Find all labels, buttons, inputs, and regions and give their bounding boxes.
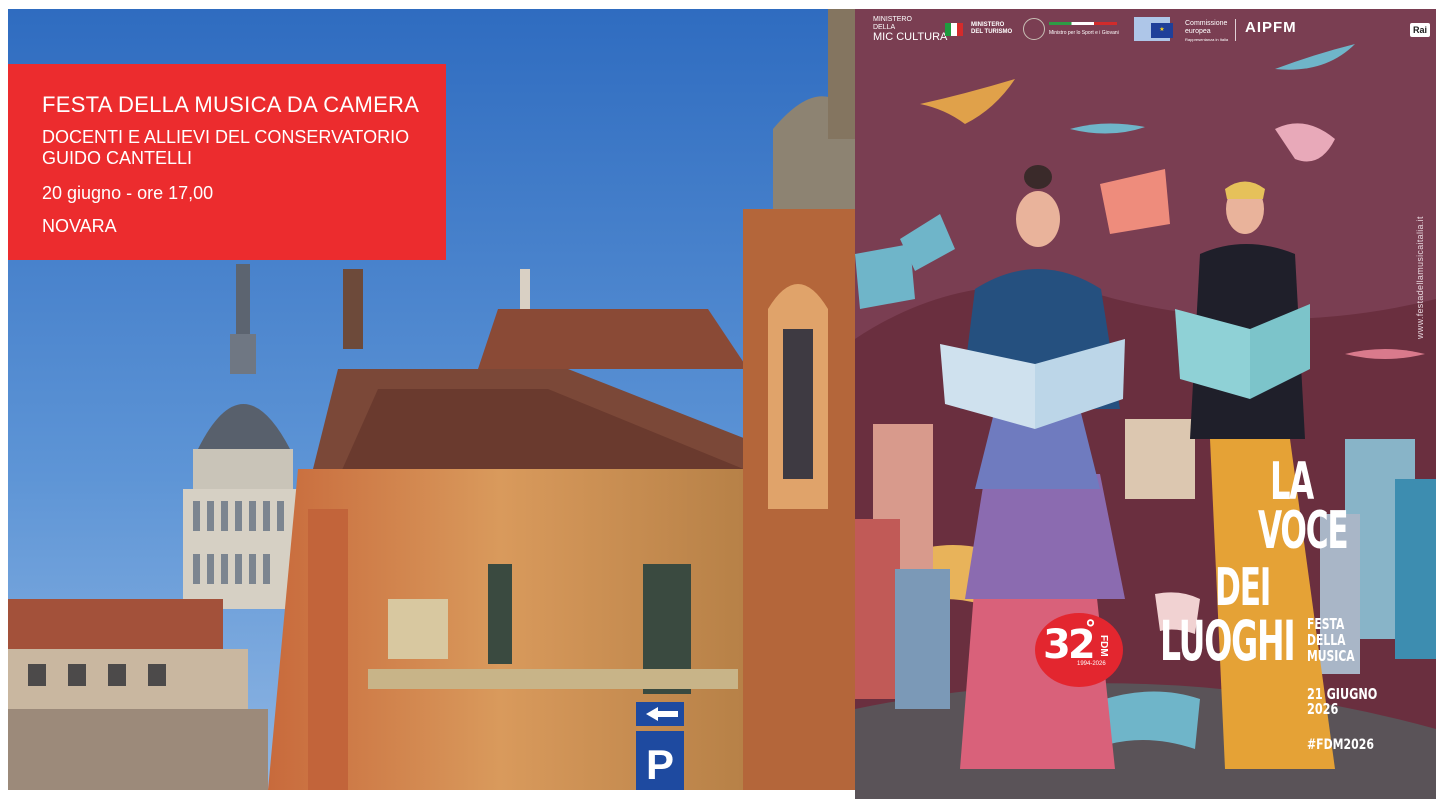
event-city: NOVARA <box>42 216 117 236</box>
republic-emblem-icon <box>1023 18 1045 40</box>
event-performers-line1: DOCENTI E ALLIEVI DEL CONSERVATORIO <box>42 127 410 147</box>
logo-rai: Rai <box>1410 23 1430 37</box>
logo-commissione-europea: Commissione europea Rappresentanza in It… <box>1185 20 1229 42</box>
poster-hashtag: #FDM2026 <box>1307 737 1374 753</box>
logo-divider <box>1235 19 1236 41</box>
poster-illustration <box>855 9 1436 799</box>
poster-title-line4: LUOGHI <box>1160 609 1296 673</box>
svg-text:P: P <box>646 741 674 788</box>
logo-ministero-cultura: MINISTERO DELLA MIC CULTURA <box>873 16 948 43</box>
logo-ministro-sport: Ministro per lo Sport e i Giovani <box>1049 30 1119 36</box>
event-date-time: 20 giugno - ore 17,00 <box>42 183 214 203</box>
poster-date: 21 GIUGNO 2026 <box>1307 685 1378 718</box>
eu-flag-icon: ★ <box>1151 23 1173 38</box>
sponsor-logos-bar: MINISTERO DELLA MIC CULTURA MINISTERO DE… <box>855 9 1436 49</box>
fdm-edition-badge: 32 ° FDM 1994-2026 <box>1035 613 1123 687</box>
italian-flag-icon <box>945 23 963 36</box>
poster-subtitle: FESTA DELLA MUSICA <box>1307 615 1355 665</box>
poster-website: www.festadellamusicaitalia.it <box>1415 216 1425 339</box>
logo-aipfm: AIPFM <box>1245 19 1297 36</box>
logo-ministero-turismo: MINISTERO DEL TURISMO <box>971 22 1013 35</box>
badge-years: 1994-2026 <box>1077 661 1106 667</box>
badge-degree: ° <box>1085 617 1096 642</box>
poster-title-line3: DEI <box>1215 558 1271 618</box>
sport-stripe-icon <box>1049 22 1117 25</box>
festa-musica-poster: MINISTERO DELLA MIC CULTURA MINISTERO DE… <box>855 9 1436 799</box>
event-info-box: FESTA DELLA MUSICA DA CAMERA DOCENTI E A… <box>8 64 446 260</box>
badge-label: FDM <box>1098 635 1109 657</box>
novara-photo: P FESTA DELLA MUSICA DA CAMERA DOCENTI E… <box>8 9 855 790</box>
event-title: FESTA DELLA MUSICA DA CAMERA <box>42 92 420 117</box>
event-performers-line2: GUIDO CANTELLI <box>42 148 193 168</box>
poster-title-line2: VOCE <box>1258 501 1349 561</box>
